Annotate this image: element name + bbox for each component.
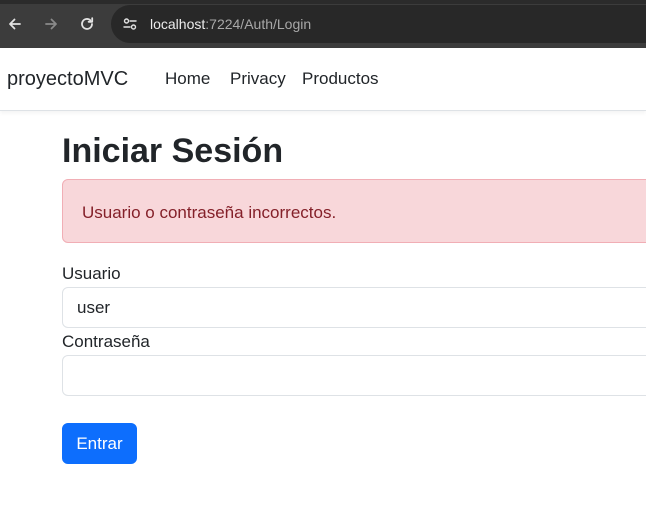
username-input[interactable] [62, 287, 646, 328]
password-label: Contraseña [62, 332, 150, 351]
username-label: Usuario [62, 264, 121, 283]
browser-toolbar: localhost:7224/Auth/Login [0, 0, 646, 48]
site-settings-icon[interactable] [120, 14, 140, 34]
url-path: :7224/Auth/Login [205, 16, 312, 32]
page-title: Iniciar Sesión [62, 132, 284, 170]
nav-link-home[interactable]: Home [165, 69, 210, 89]
url-host: localhost [150, 16, 206, 32]
nav-link-productos[interactable]: Productos [302, 69, 379, 89]
reload-icon [79, 16, 95, 32]
back-button[interactable] [3, 12, 27, 36]
error-alert: Usuario o contraseña incorrectos. [62, 179, 646, 243]
tab-strip [0, 0, 646, 4]
nav-link-privacy[interactable]: Privacy [230, 69, 286, 89]
brand-link[interactable]: proyectoMVC [7, 67, 128, 91]
arrow-left-icon [7, 16, 23, 32]
address-bar[interactable]: localhost:7224/Auth/Login [111, 5, 646, 43]
url-text: localhost:7224/Auth/Login [150, 16, 311, 32]
submit-button[interactable]: Entrar [62, 423, 137, 464]
site-navbar: proyectoMVC Home Privacy Productos [0, 48, 646, 111]
reload-button[interactable] [75, 12, 99, 36]
password-input[interactable] [62, 355, 646, 396]
error-alert-text: Usuario o contraseña incorrectos. [82, 203, 337, 222]
arrow-right-icon [43, 16, 59, 32]
forward-button[interactable] [39, 12, 63, 36]
